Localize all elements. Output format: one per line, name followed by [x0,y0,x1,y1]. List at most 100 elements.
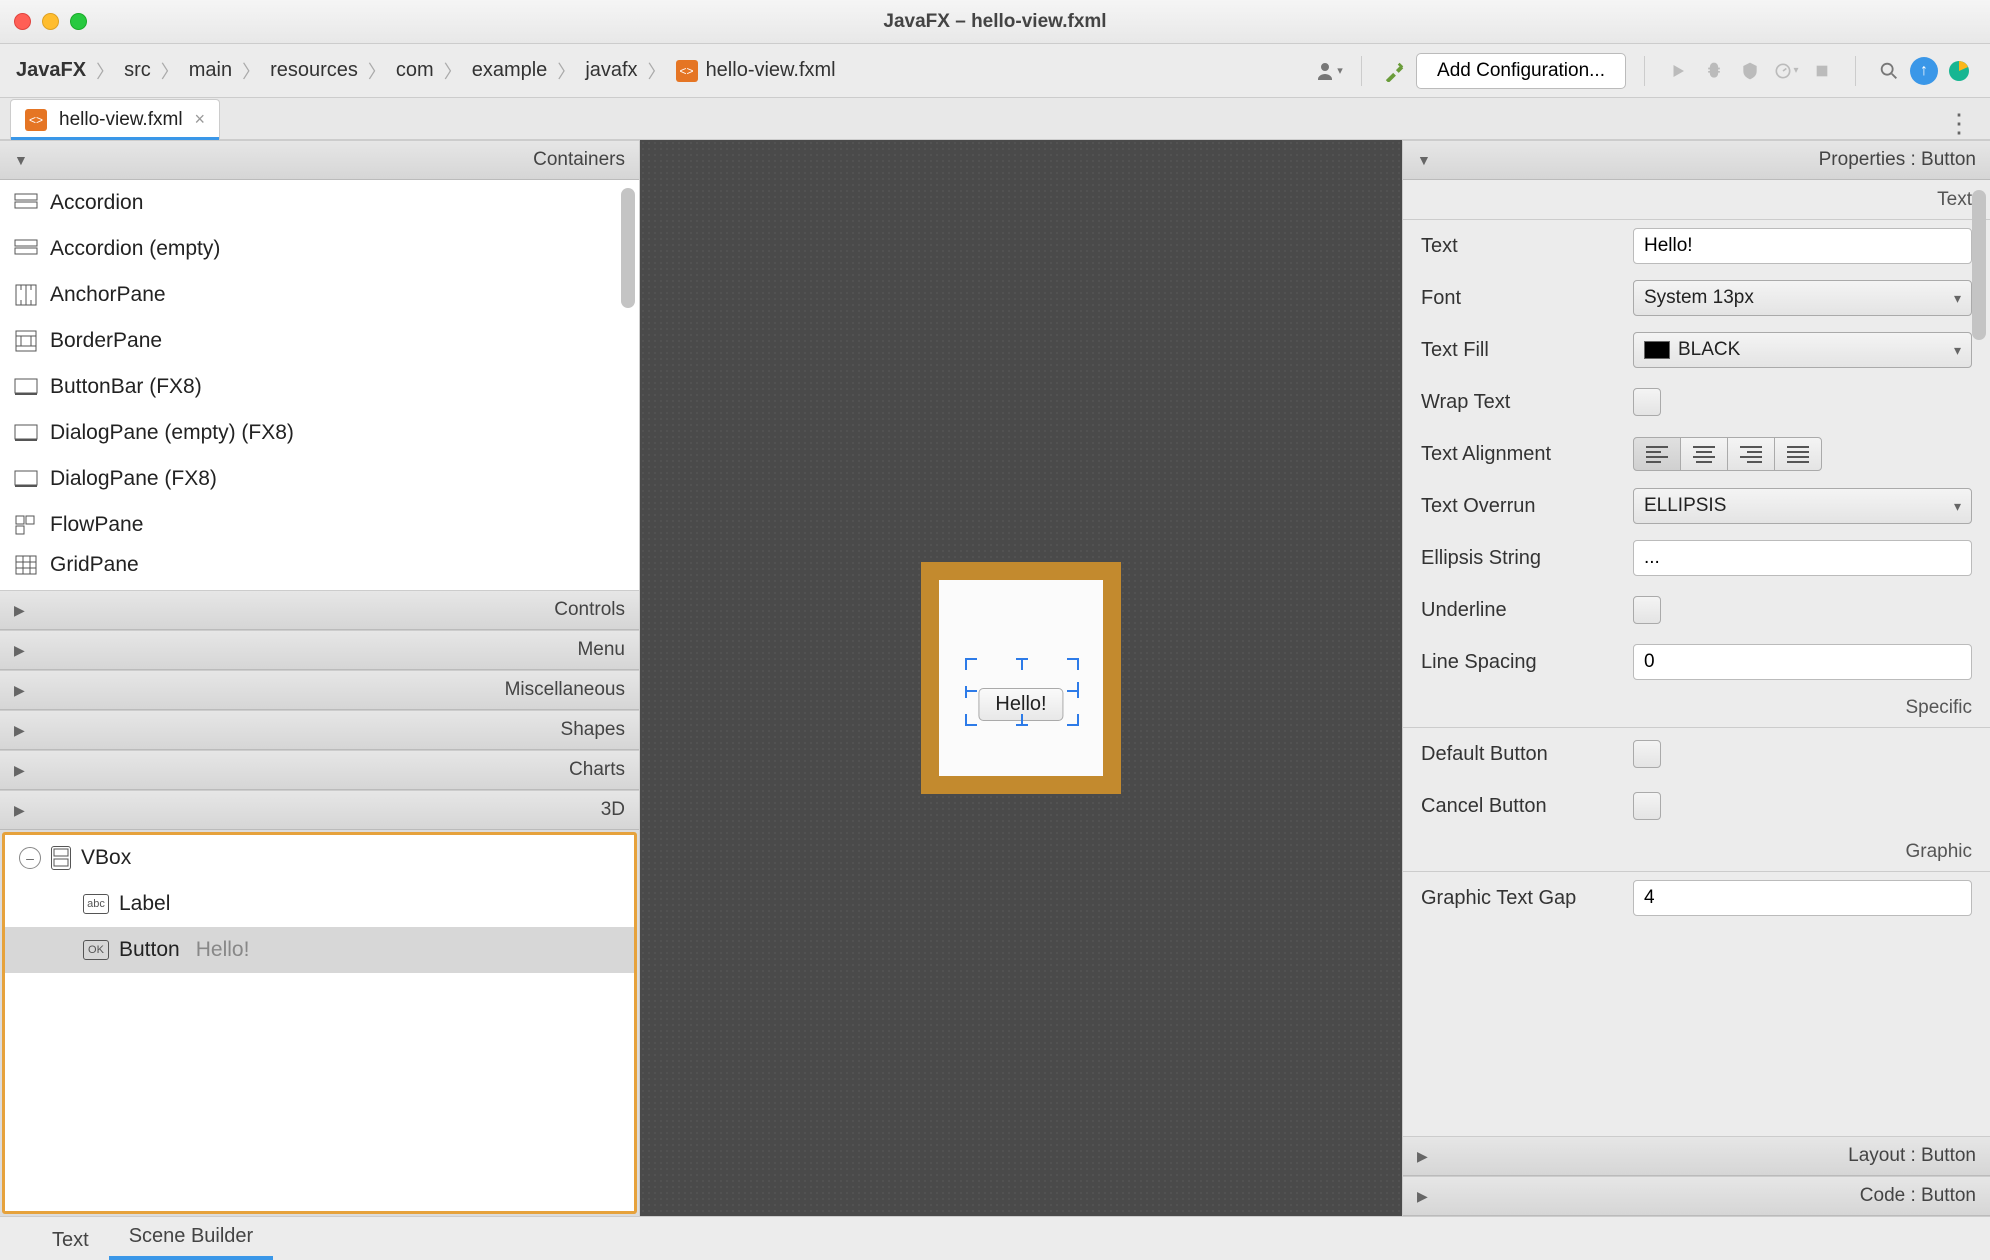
ellipsis-input[interactable] [1633,540,1972,576]
prop-underline: Underline [1403,584,1990,636]
container-item[interactable]: Accordion (empty) [0,226,639,272]
hierarchy-tree: – VBox abc Label OK Button Hello! [2,832,637,1214]
resize-handle[interactable] [1013,658,1031,676]
containers-list: Accordion Accordion (empty) AnchorPane B… [0,180,639,590]
close-tab-icon[interactable]: × [195,109,206,130]
resize-handle[interactable] [1061,714,1079,732]
container-item[interactable]: AnchorPane [0,272,639,318]
props-section-graphic: Graphic [1403,832,1990,872]
section-header-3d[interactable]: ▶3D [0,790,639,830]
container-item[interactable]: DialogPane (empty) (FX8) [0,410,639,456]
window-title: JavaFX – hello-view.fxml [0,11,1990,33]
vbox-icon [51,846,71,870]
breadcrumb[interactable]: JavaFX〉 src〉 main〉 resources〉 com〉 examp… [16,58,836,84]
label-icon: abc [83,894,109,914]
text-input[interactable] [1633,228,1972,264]
section-header-containers[interactable]: ▼ Containers [0,140,639,180]
debug-icon[interactable] [1699,56,1729,86]
prop-overrun: Text Overrun ELLIPSIS [1403,480,1990,532]
stop-icon[interactable] [1807,56,1837,86]
prop-font: Font System 13px [1403,272,1990,324]
section-header-shapes[interactable]: ▶Shapes [0,710,639,750]
defaultbtn-checkbox[interactable] [1633,740,1661,768]
fxml-file-icon: <> [676,60,698,82]
scrollbar[interactable] [1972,190,1986,340]
resize-handle[interactable] [1013,714,1031,732]
resize-handle[interactable] [1061,658,1079,676]
prop-defaultbtn: Default Button [1403,728,1990,780]
run-icon[interactable] [1663,56,1693,86]
graphicgap-input[interactable] [1633,880,1972,916]
breadcrumb-root[interactable]: JavaFX [16,59,86,82]
resize-handle[interactable] [965,686,983,704]
tab-menu-icon[interactable]: ⋮ [1928,108,1990,139]
sync-icon[interactable]: ↑ [1910,57,1938,85]
fxml-file-icon: <> [25,109,47,131]
container-item[interactable]: DialogPane (FX8) [0,456,639,502]
font-dropdown[interactable]: System 13px [1633,280,1972,316]
prop-ellipsis: Ellipsis String [1403,532,1990,584]
button-icon: OK [83,940,109,960]
collapse-icon[interactable]: ▼ [14,152,28,168]
prop-linespacing: Line Spacing [1403,636,1990,688]
vbox-preview[interactable]: Hello! [939,580,1103,776]
prop-textfill: Text Fill BLACK [1403,324,1990,376]
container-item[interactable]: Accordion [0,180,639,226]
textfill-dropdown[interactable]: BLACK [1633,332,1972,368]
main-toolbar: JavaFX〉 src〉 main〉 resources〉 com〉 examp… [0,44,1990,98]
scene-frame: Hello! [921,562,1121,794]
align-center-button[interactable] [1680,437,1728,471]
wraptext-checkbox[interactable] [1633,388,1661,416]
resize-handle[interactable] [965,714,983,732]
underline-checkbox[interactable] [1633,596,1661,624]
file-tab-active[interactable]: <> hello-view.fxml × [10,99,220,139]
cancelbtn-checkbox[interactable] [1633,792,1661,820]
container-item[interactable]: GridPane [0,548,639,582]
resize-handle[interactable] [965,658,983,676]
prop-graphicgap: Graphic Text Gap [1403,872,1990,924]
align-justify-button[interactable] [1774,437,1822,471]
user-icon[interactable]: ▾ [1313,56,1343,86]
section-header-menu[interactable]: ▶Menu [0,630,639,670]
inspector-panel: ▼ Properties : Button Text Text Font Sys… [1402,140,1990,1216]
layout-header[interactable]: ▶Layout : Button [1403,1136,1990,1176]
align-left-button[interactable] [1633,437,1681,471]
props-section-specific: Specific [1403,688,1990,728]
align-right-button[interactable] [1727,437,1775,471]
collapse-icon[interactable]: – [19,847,41,869]
scrollbar[interactable] [621,188,635,308]
collapse-icon[interactable]: ▼ [1417,152,1431,168]
tree-node-vbox[interactable]: – VBox [5,835,634,881]
code-header[interactable]: ▶Code : Button [1403,1176,1990,1216]
coverage-icon[interactable] [1735,56,1765,86]
linespacing-input[interactable] [1633,644,1972,680]
container-item[interactable]: BorderPane [0,318,639,364]
overrun-dropdown[interactable]: ELLIPSIS [1633,488,1972,524]
jetbrains-icon[interactable] [1944,56,1974,86]
search-icon[interactable] [1874,56,1904,86]
resize-handle[interactable] [1061,686,1079,704]
hammer-icon[interactable] [1380,56,1410,86]
tree-node-button[interactable]: OK Button Hello! [5,927,634,973]
design-canvas[interactable]: Hello! [640,140,1402,1216]
tab-text[interactable]: Text [32,1221,109,1260]
file-tab-label: hello-view.fxml [59,109,183,131]
section-header-controls[interactable]: ▶Controls [0,590,639,630]
tab-scene-builder[interactable]: Scene Builder [109,1217,274,1260]
prop-textalign: Text Alignment [1403,428,1990,480]
tree-node-text: Hello! [196,938,250,962]
prop-wraptext: Wrap Text [1403,376,1990,428]
properties-header[interactable]: ▼ Properties : Button [1403,140,1990,180]
section-header-charts[interactable]: ▶Charts [0,750,639,790]
section-header-misc[interactable]: ▶Miscellaneous [0,670,639,710]
editor-tabstrip: <> hello-view.fxml × ⋮ [0,98,1990,140]
library-panel: ▼ Containers Accordion Accordion (empty)… [0,140,640,1216]
props-section-text: Text [1403,180,1990,220]
container-item[interactable]: FlowPane [0,502,639,548]
prop-cancelbtn: Cancel Button [1403,780,1990,832]
run-config-dropdown[interactable]: Add Configuration... [1416,53,1626,89]
text-align-group [1633,437,1972,471]
tree-node-label[interactable]: abc Label [5,881,634,927]
container-item[interactable]: ButtonBar (FX8) [0,364,639,410]
profiler-icon[interactable]: ▾ [1771,56,1801,86]
